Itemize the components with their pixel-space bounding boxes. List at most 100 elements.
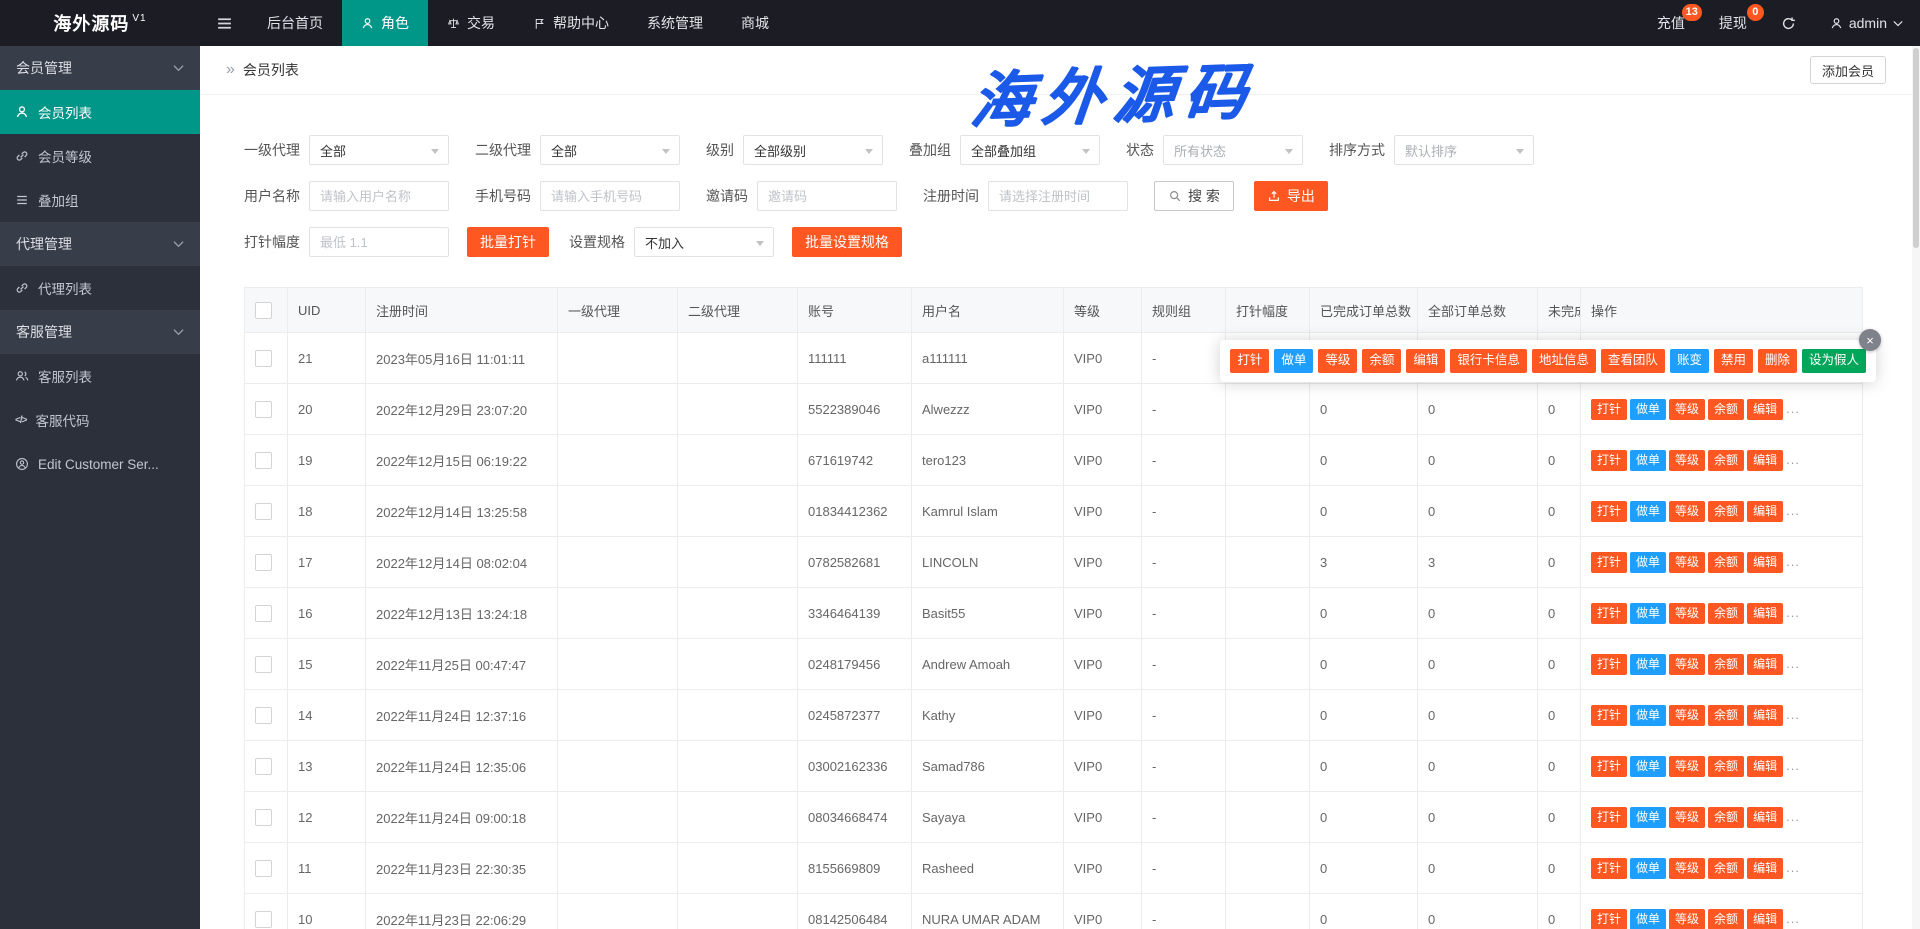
action-inject-button[interactable]: 打针 [1591,756,1627,777]
more-actions-button[interactable]: ... [1786,452,1800,467]
action-balance-button[interactable]: 余额 [1362,349,1401,373]
sidebar-item-member-level[interactable]: 会员等级 [0,134,200,178]
level-select[interactable]: 全部级别 [743,135,883,165]
action-inject-button[interactable]: 打针 [1591,807,1627,828]
action-set-fake-button[interactable]: 设为假人 [1802,349,1866,373]
action-order-button[interactable]: 做单 [1630,909,1666,929]
action-level-button[interactable]: 等级 [1669,450,1705,471]
action-disable-button[interactable]: 禁用 [1714,349,1753,373]
action-level-button[interactable]: 等级 [1669,909,1705,929]
select-all-checkbox[interactable] [255,302,272,319]
action-level-button[interactable]: 等级 [1318,349,1357,373]
more-actions-button[interactable]: ... [1786,809,1800,824]
more-actions-button[interactable]: ... [1786,605,1800,620]
action-balance-button[interactable]: 余额 [1708,807,1744,828]
refresh-button[interactable] [1764,0,1813,46]
more-actions-button[interactable]: ... [1786,401,1800,416]
username-input[interactable] [309,181,449,211]
action-address-info-button[interactable]: 地址信息 [1532,349,1596,373]
action-edit-button[interactable]: 编辑 [1747,399,1783,420]
topnav-item-system[interactable]: 系统管理 [628,0,722,46]
sidebar-item-edit-customer-service[interactable]: Edit Customer Ser... [0,442,200,486]
sidebar-group-agent[interactable]: 代理管理 [0,222,200,266]
agent1-select[interactable]: 全部 [309,135,449,165]
recharge-button[interactable]: 充值 13 [1640,0,1702,46]
action-edit-button[interactable]: 编辑 [1747,756,1783,777]
action-balance-button[interactable]: 余额 [1708,552,1744,573]
status-select[interactable]: 所有状态 [1163,135,1303,165]
action-edit-button[interactable]: 编辑 [1747,705,1783,726]
agent2-select[interactable]: 全部 [540,135,680,165]
sidebar-item-member-list[interactable]: 会员列表 [0,90,200,134]
row-checkbox[interactable] [255,860,272,877]
sidebar-item-service-list[interactable]: 客服列表 [0,354,200,398]
action-order-button[interactable]: 做单 [1630,552,1666,573]
row-checkbox[interactable] [255,503,272,520]
action-inject-button[interactable]: 打针 [1591,501,1627,522]
batch-inject-button[interactable]: 批量打针 [467,227,549,257]
action-balance-button[interactable]: 余额 [1708,858,1744,879]
sidebar-item-stack-group[interactable]: 叠加组 [0,178,200,222]
more-actions-button[interactable]: ... [1786,503,1800,518]
action-inject-button[interactable]: 打针 [1591,603,1627,624]
row-checkbox[interactable] [255,605,272,622]
action-order-button[interactable]: 做单 [1630,756,1666,777]
sidebar-item-agent-list[interactable]: 代理列表 [0,266,200,310]
action-edit-button[interactable]: 编辑 [1747,654,1783,675]
action-balance-button[interactable]: 余额 [1708,756,1744,777]
inject-range-input[interactable] [309,227,449,257]
topnav-item-help[interactable]: 帮助中心 [514,0,628,46]
action-balance-button[interactable]: 余额 [1708,654,1744,675]
action-inject-button[interactable]: 打针 [1591,552,1627,573]
action-level-button[interactable]: 等级 [1669,552,1705,573]
row-checkbox[interactable] [255,707,272,724]
action-bank-info-button[interactable]: 银行卡信息 [1450,349,1527,373]
popup-close-button[interactable]: × [1859,329,1881,351]
row-checkbox[interactable] [255,401,272,418]
page-scrollbar-thumb[interactable] [1913,48,1919,248]
invite-code-input[interactable] [757,181,897,211]
topnav-item-shop[interactable]: 商城 [722,0,788,46]
more-actions-button[interactable]: ... [1786,911,1800,926]
action-order-button[interactable]: 做单 [1630,654,1666,675]
action-order-button[interactable]: 做单 [1630,501,1666,522]
action-level-button[interactable]: 等级 [1669,399,1705,420]
action-balance-button[interactable]: 余额 [1708,603,1744,624]
action-inject-button[interactable]: 打针 [1591,450,1627,471]
action-level-button[interactable]: 等级 [1669,858,1705,879]
action-balance-button[interactable]: 余额 [1708,501,1744,522]
action-view-team-button[interactable]: 查看团队 [1601,349,1665,373]
action-order-button[interactable]: 做单 [1630,705,1666,726]
admin-menu[interactable]: admin [1813,0,1920,46]
action-balance-button[interactable]: 余额 [1708,450,1744,471]
action-account-change-button[interactable]: 账变 [1670,349,1709,373]
action-level-button[interactable]: 等级 [1669,501,1705,522]
row-checkbox[interactable] [255,809,272,826]
export-button[interactable]: 导出 [1254,181,1328,211]
row-checkbox[interactable] [255,656,272,673]
action-level-button[interactable]: 等级 [1669,756,1705,777]
sidebar-group-service[interactable]: 客服管理 [0,310,200,354]
reg-time-input[interactable] [988,181,1128,211]
search-button[interactable]: 搜 索 [1154,181,1234,211]
action-order-button[interactable]: 做单 [1630,603,1666,624]
action-edit-button[interactable]: 编辑 [1747,603,1783,624]
row-checkbox[interactable] [255,758,272,775]
row-checkbox[interactable] [255,554,272,571]
action-edit-button[interactable]: 编辑 [1747,501,1783,522]
spec-select[interactable]: 不加入 [634,227,774,257]
sidebar-item-service-code[interactable]: </> 客服代码 [0,398,200,442]
stack-group-select[interactable]: 全部叠加组 [960,135,1100,165]
action-order-button[interactable]: 做单 [1630,399,1666,420]
action-edit-button[interactable]: 编辑 [1747,552,1783,573]
action-edit-button[interactable]: 编辑 [1747,807,1783,828]
action-inject-button[interactable]: 打针 [1230,349,1269,373]
action-balance-button[interactable]: 余额 [1708,705,1744,726]
action-inject-button[interactable]: 打针 [1591,399,1627,420]
action-inject-button[interactable]: 打针 [1591,654,1627,675]
topnav-item-home[interactable]: 后台首页 [248,0,342,46]
action-edit-button[interactable]: 编辑 [1406,349,1445,373]
more-actions-button[interactable]: ... [1786,707,1800,722]
add-member-button[interactable]: 添加会员 [1810,56,1886,84]
more-actions-button[interactable]: ... [1786,758,1800,773]
